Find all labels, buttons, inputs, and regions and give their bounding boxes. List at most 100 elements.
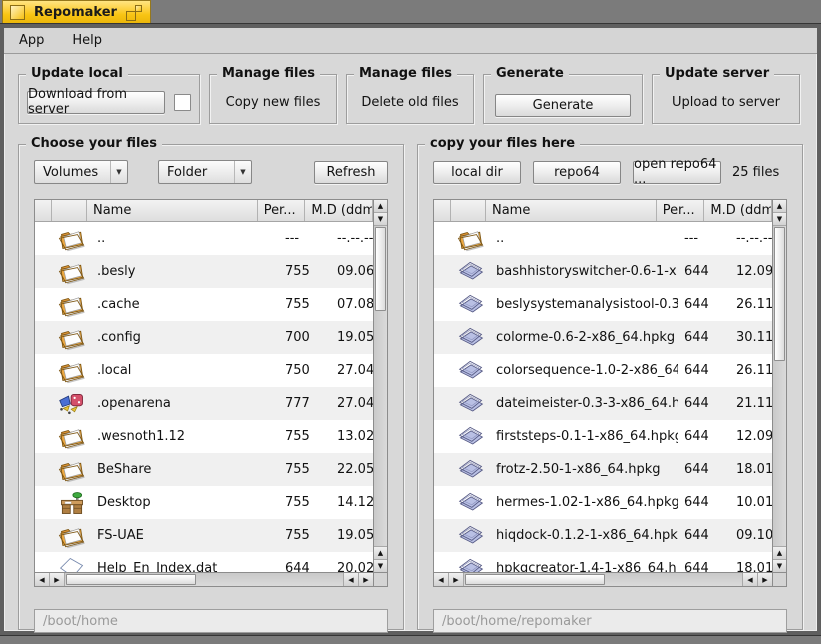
repo-path-field[interactable] (433, 609, 787, 633)
window-tab[interactable]: Repomaker (2, 0, 151, 24)
close-button[interactable] (10, 5, 25, 20)
table-row[interactable]: bashhistoryswitcher-0.6-1-x64412.09.2018 (434, 255, 772, 288)
file-name: colorsequence-1.0-2-x86_64 (490, 363, 678, 378)
scroll-up-icon[interactable]: ▲ (374, 546, 387, 559)
table-row[interactable]: .wesnoth1.1275513.02.2020 (35, 420, 373, 453)
menu-app[interactable]: App (17, 31, 46, 50)
scrollbar-track[interactable] (374, 226, 387, 546)
table-row[interactable]: Help_En_Index.dat64420.02.2020 (35, 552, 373, 572)
scroll-right-icon[interactable]: ▶ (358, 573, 373, 586)
action-boxes-row: Update local Download from server Manage… (18, 74, 803, 124)
local-dir-button[interactable]: local dir (433, 161, 521, 184)
table-row[interactable]: FS-UAE75519.05.2020 (35, 519, 373, 552)
scrollbar-thumb[interactable] (66, 574, 196, 585)
volumes-dropdown[interactable]: Volumes ▼ (34, 160, 128, 184)
column-header[interactable]: Per... (258, 200, 306, 221)
table-row[interactable]: .local75027.04.2020 (35, 354, 373, 387)
scroll-left-icon[interactable]: ◀ (742, 573, 757, 586)
scroll-up-icon[interactable]: ▲ (374, 200, 387, 213)
table-row[interactable]: hiqdock-0.1.2-1-x86_64.hpk64409.10.2018 (434, 519, 772, 552)
folder-dropdown[interactable]: Folder ▼ (158, 160, 252, 184)
table-row[interactable]: colorsequence-1.0-2-x86_6464426.11.2019 (434, 354, 772, 387)
table-row[interactable]: .cache75507.08.2018 (35, 288, 373, 321)
vertical-scrollbar[interactable]: ▲ ▼ ▲ ▼ (772, 200, 786, 572)
column-header[interactable] (451, 200, 486, 221)
horizontal-scrollbar[interactable]: ◀ ▶ ◀ ▶ (35, 572, 373, 586)
table-row[interactable]: firststeps-0.1-1-x86_64.hpkg64412.09.201… (434, 420, 772, 453)
scroll-left-icon[interactable]: ◀ (434, 573, 449, 586)
scrollbar-track[interactable] (65, 573, 343, 586)
download-checkbox[interactable] (174, 94, 191, 111)
file-date: 26.11.2019 (730, 363, 772, 378)
file-name: beslysystemanalysistool-0.3 (490, 297, 678, 312)
table-row[interactable]: BeShare75522.05.2020 (35, 453, 373, 486)
file-date: 18.01.2020 (730, 462, 772, 477)
menubar: App Help (4, 28, 817, 54)
file-date: 12.09.2018 (730, 264, 772, 279)
file-name: hermes-1.02-1-x86_64.hpkg (490, 495, 678, 510)
repo64-button[interactable]: repo64 (533, 161, 621, 184)
groupbox-generate: Generate Generate (483, 74, 643, 124)
upload-to-server-label: Upload to server (653, 75, 799, 123)
table-row[interactable]: frotz-2.50-1-x86_64.hpkg64418.01.2020 (434, 453, 772, 486)
scrollbar-thumb[interactable] (774, 227, 785, 361)
scroll-down-icon[interactable]: ▼ (773, 559, 786, 572)
table-row[interactable]: .openarena77727.04.2020 (35, 387, 373, 420)
package-icon (452, 390, 490, 418)
table-row[interactable]: hermes-1.02-1-x86_64.hpkg64410.01.2019 (434, 486, 772, 519)
column-header[interactable] (52, 200, 87, 221)
table-row[interactable]: .besly75509.06.2020 (35, 255, 373, 288)
column-header[interactable]: Name (87, 200, 258, 221)
table-row[interactable]: hpkgcreator-1.4-1-x86_64.h64418.01.2020 (434, 552, 772, 572)
scroll-down-icon[interactable]: ▼ (374, 213, 387, 226)
table-row[interactable]: dateimeister-0.3-3-x86_64.h64421.11.2018 (434, 387, 772, 420)
file-permission: --- (279, 231, 331, 246)
download-from-server-button[interactable]: Download from server (27, 91, 165, 114)
generate-button[interactable]: Generate (495, 94, 631, 117)
column-header[interactable]: M.D (ddmmyyyy) (704, 200, 772, 221)
file-name: frotz-2.50-1-x86_64.hpkg (490, 462, 678, 477)
scroll-right-icon[interactable]: ▶ (757, 573, 772, 586)
zoom-button[interactable] (126, 5, 142, 21)
column-header[interactable] (35, 200, 52, 221)
scroll-right-icon[interactable]: ▶ (449, 573, 464, 586)
scroll-up-icon[interactable]: ▲ (773, 200, 786, 213)
table-row[interactable]: ..-----.--.---- (35, 222, 373, 255)
folder-icon (452, 225, 490, 253)
table-row[interactable]: colorme-0.6-2-x86_64.hpkg64430.11.2019 (434, 321, 772, 354)
scroll-left-icon[interactable]: ◀ (343, 573, 358, 586)
open-repo64-button[interactable]: open repo64 ... (633, 161, 721, 184)
scroll-down-icon[interactable]: ▼ (773, 213, 786, 226)
panel-title: copy your files here (425, 136, 580, 152)
menu-help[interactable]: Help (70, 31, 104, 50)
table-row[interactable]: ..-----.--.---- (434, 222, 772, 255)
scroll-up-icon[interactable]: ▲ (773, 546, 786, 559)
volumes-dropdown-label: Volumes (43, 165, 98, 180)
scrollbar-thumb[interactable] (465, 574, 605, 585)
scroll-left-icon[interactable]: ◀ (35, 573, 50, 586)
groupbox-title: Update local (26, 66, 128, 82)
file-date: 13.02.2020 (331, 429, 373, 444)
local-path-field[interactable] (34, 609, 388, 633)
column-header[interactable]: Per... (657, 200, 705, 221)
vertical-scrollbar[interactable]: ▲ ▼ ▲ ▼ (373, 200, 387, 572)
column-header[interactable]: Name (486, 200, 657, 221)
scroll-right-icon[interactable]: ▶ (50, 573, 65, 586)
refresh-button[interactable]: Refresh (314, 161, 388, 184)
scrollbar-track[interactable] (464, 573, 742, 586)
table-row[interactable]: beslysystemanalysistool-0.364426.11.2019 (434, 288, 772, 321)
horizontal-scrollbar[interactable]: ◀ ▶ ◀ ▶ (434, 572, 772, 586)
groupbox-update-local: Update local Download from server (18, 74, 200, 124)
scrollbar-thumb[interactable] (375, 227, 386, 311)
file-permission: 755 (279, 297, 331, 312)
table-row[interactable]: Desktop75514.12.2020 (35, 486, 373, 519)
scrollbar-track[interactable] (773, 226, 786, 546)
table-row[interactable]: .config70019.05.2020 (35, 321, 373, 354)
file-permission: 644 (678, 495, 730, 510)
file-name: .openarena (91, 396, 279, 411)
column-header[interactable]: M.D (ddmmyyyy) (305, 200, 373, 221)
scroll-down-icon[interactable]: ▼ (374, 559, 387, 572)
column-header[interactable] (434, 200, 451, 221)
folder-icon (53, 357, 91, 385)
groupbox-manage-delete: Manage files Delete old files (346, 74, 474, 124)
